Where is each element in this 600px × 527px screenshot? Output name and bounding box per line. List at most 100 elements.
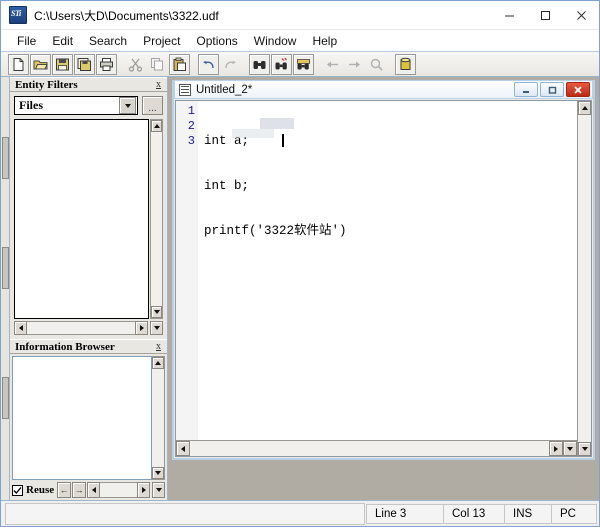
database-barrel-icon — [398, 57, 413, 72]
database-button[interactable] — [395, 53, 416, 75]
editor-vscrollbar[interactable] — [577, 101, 591, 456]
scroll-dropdown-icon[interactable] — [150, 321, 163, 336]
scroll-track[interactable] — [190, 441, 549, 456]
close-icon[interactable] — [563, 1, 599, 29]
toolbar — [1, 52, 599, 77]
zoom-button[interactable] — [366, 54, 387, 75]
toolbar-separator — [191, 54, 198, 75]
reuse-checkbox-wrap[interactable]: Reuse — [12, 482, 57, 498]
save-all-icon — [77, 57, 92, 72]
close-icon[interactable]: x — [153, 341, 164, 352]
maximize-icon[interactable] — [527, 1, 563, 29]
paste-button[interactable] — [169, 53, 190, 75]
menu-search[interactable]: Search — [81, 32, 135, 50]
redo-button[interactable] — [220, 54, 241, 75]
status-message-area — [5, 502, 365, 525]
information-browser-wrap: Reuse ← → — [12, 356, 165, 499]
menu-help[interactable]: Help — [304, 32, 345, 50]
forward-button[interactable] — [344, 54, 365, 75]
save-button[interactable] — [52, 53, 73, 75]
toolbar-separator — [242, 54, 249, 75]
entity-filter-list[interactable] — [14, 119, 149, 320]
scroll-right-icon[interactable] — [137, 482, 150, 499]
entity-filter-hscrollbar[interactable] — [14, 321, 163, 336]
clipboard-icon — [172, 57, 187, 72]
menu-edit[interactable]: Edit — [44, 32, 81, 50]
find-in-files-button[interactable] — [293, 53, 314, 75]
scroll-dropdown-icon[interactable] — [563, 441, 577, 456]
menu-file[interactable]: File — [9, 32, 44, 50]
sti-app-icon — [9, 6, 27, 24]
reuse-checkbox[interactable] — [12, 484, 23, 496]
scroll-down-icon[interactable] — [152, 467, 164, 480]
entity-filter-list-row — [14, 119, 163, 320]
dock-grip-mid[interactable] — [2, 247, 9, 289]
editor-area: 1 2 3 int a; int b; printf('3322软件站') — [175, 100, 592, 457]
back-button[interactable] — [322, 54, 343, 75]
menu-options[interactable]: Options — [188, 32, 245, 50]
info-back-button[interactable]: ← — [57, 482, 72, 499]
find-next-button[interactable] — [271, 53, 292, 75]
editor-hscrollbar[interactable] — [176, 440, 577, 456]
minimize-icon[interactable] — [491, 1, 527, 29]
scroll-dropdown-icon[interactable] — [152, 482, 165, 499]
scroll-track[interactable] — [27, 321, 135, 336]
scroll-track[interactable] — [100, 482, 137, 499]
dock-grip-top[interactable] — [2, 137, 9, 179]
save-all-button[interactable] — [74, 53, 95, 75]
scroll-left-icon[interactable] — [87, 482, 101, 499]
editor-title-bar[interactable]: Untitled_2* — [174, 80, 593, 99]
chevron-down-icon[interactable] — [119, 97, 136, 114]
platform-indicator: PC — [551, 503, 597, 524]
find-button[interactable] — [249, 53, 270, 75]
left-dock-rail — [1, 77, 10, 500]
copy-button[interactable] — [147, 54, 168, 75]
scroll-up-icon[interactable] — [151, 120, 162, 132]
new-file-button[interactable] — [8, 53, 29, 75]
close-icon[interactable] — [566, 82, 590, 97]
scroll-track[interactable] — [578, 115, 591, 442]
cut-button[interactable] — [125, 54, 146, 75]
menu-project[interactable]: Project — [135, 32, 188, 50]
menu-bar: File Edit Search Project Options Window … — [1, 30, 599, 52]
print-button[interactable] — [96, 53, 117, 75]
left-dock-column: Entity Filters x Files ... Information B… — [10, 77, 168, 501]
information-browser-header: Information Browser x — [10, 339, 167, 355]
scroll-down-icon[interactable] — [578, 442, 591, 456]
undo-button[interactable] — [198, 53, 219, 75]
line-indicator: Line 3 — [366, 503, 444, 524]
code-text-area[interactable]: int a; int b; printf('3322软件站') — [198, 101, 577, 440]
restore-icon[interactable] — [540, 82, 564, 97]
scroll-track[interactable] — [151, 132, 162, 307]
code-line: printf('3322软件站') — [204, 224, 347, 238]
text-caret — [282, 134, 284, 147]
menu-window[interactable]: Window — [246, 32, 305, 50]
information-browser-vscrollbar[interactable] — [152, 356, 165, 481]
scroll-track[interactable] — [152, 369, 164, 468]
info-forward-button[interactable]: → — [72, 482, 87, 499]
code-line: int b; — [204, 179, 250, 193]
scroll-left-icon[interactable] — [176, 441, 190, 456]
toolbar-separator — [315, 54, 322, 75]
close-icon[interactable]: x — [153, 79, 164, 90]
scroll-up-icon[interactable] — [152, 357, 164, 370]
binoculars-file-icon — [296, 57, 311, 72]
scroll-down-icon[interactable] — [151, 306, 162, 319]
scroll-up-icon[interactable] — [578, 101, 591, 115]
information-browser-content[interactable] — [12, 356, 152, 481]
scroll-right-icon[interactable] — [135, 321, 148, 336]
entity-filter-browse-button[interactable]: ... — [142, 96, 163, 115]
entity-filters-body: Files ... — [10, 92, 167, 340]
scroll-left-icon[interactable] — [14, 321, 27, 336]
arrow-right-icon — [347, 57, 362, 72]
undo-arrow-icon — [201, 57, 216, 72]
open-file-button[interactable] — [30, 53, 51, 75]
toolbar-separator — [388, 54, 395, 75]
new-file-icon — [11, 57, 26, 72]
entity-filter-select[interactable]: Files — [14, 96, 138, 115]
entity-filter-vscrollbar[interactable] — [150, 119, 163, 320]
minimize-icon[interactable] — [514, 82, 538, 97]
dock-grip-bottom[interactable] — [2, 377, 9, 419]
scroll-right-icon[interactable] — [549, 441, 563, 456]
binoculars-icon — [252, 57, 267, 72]
